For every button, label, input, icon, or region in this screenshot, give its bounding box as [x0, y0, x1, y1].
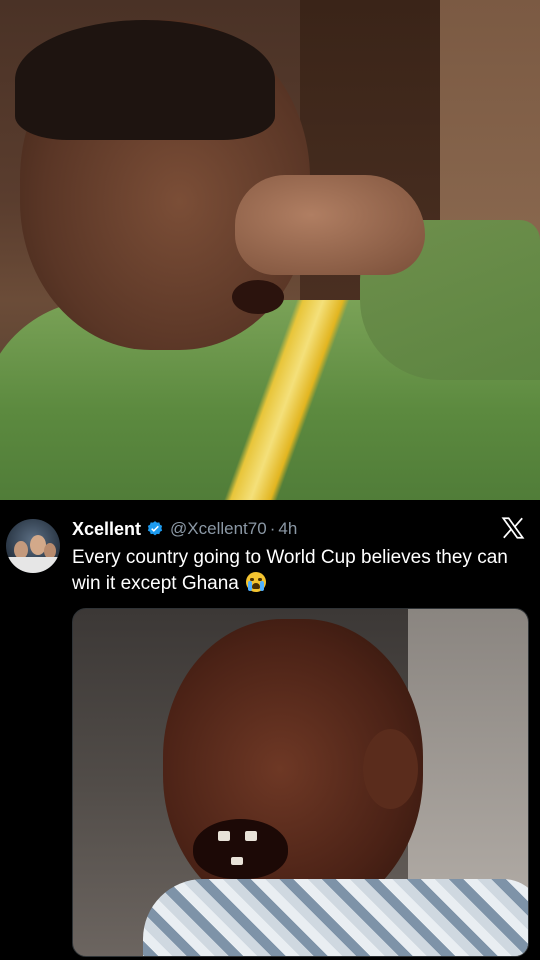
- x-logo-icon: [500, 515, 526, 541]
- handle[interactable]: @Xcellent70: [170, 519, 267, 539]
- media-tooth: [231, 857, 243, 865]
- loudly-crying-face-icon: [246, 572, 267, 592]
- avatar[interactable]: [6, 519, 60, 573]
- timestamp[interactable]: 4h: [278, 519, 297, 539]
- media-tooth: [245, 831, 257, 841]
- media-tooth: [218, 831, 230, 841]
- separator-dot: ·: [269, 519, 276, 538]
- emoji-mouth: [252, 583, 261, 589]
- verified-badge-icon: [146, 520, 164, 538]
- tear-right: [260, 581, 265, 591]
- tweet-header: Xcellent @Xcellent70 · 4h: [72, 517, 297, 541]
- display-name[interactable]: Xcellent: [72, 519, 141, 540]
- tweet-media-image[interactable]: [72, 608, 529, 957]
- tweet-text-content: Every country going to World Cup believe…: [72, 547, 508, 594]
- media-plaid-shirt: [143, 879, 528, 956]
- tweet-card: Xcellent @Xcellent70 · 4h Every country …: [0, 505, 540, 960]
- top-meme-photo: [0, 0, 540, 500]
- photo-boy-hair: [15, 20, 275, 140]
- photo-boy-hand: [235, 175, 425, 275]
- media-boy-ear: [363, 729, 418, 809]
- media-boy-mouth: [193, 819, 288, 879]
- tweet-text: Every country going to World Cup believe…: [72, 545, 522, 597]
- photo-boy-mouth: [232, 280, 284, 314]
- avatar-shirt: [6, 557, 60, 573]
